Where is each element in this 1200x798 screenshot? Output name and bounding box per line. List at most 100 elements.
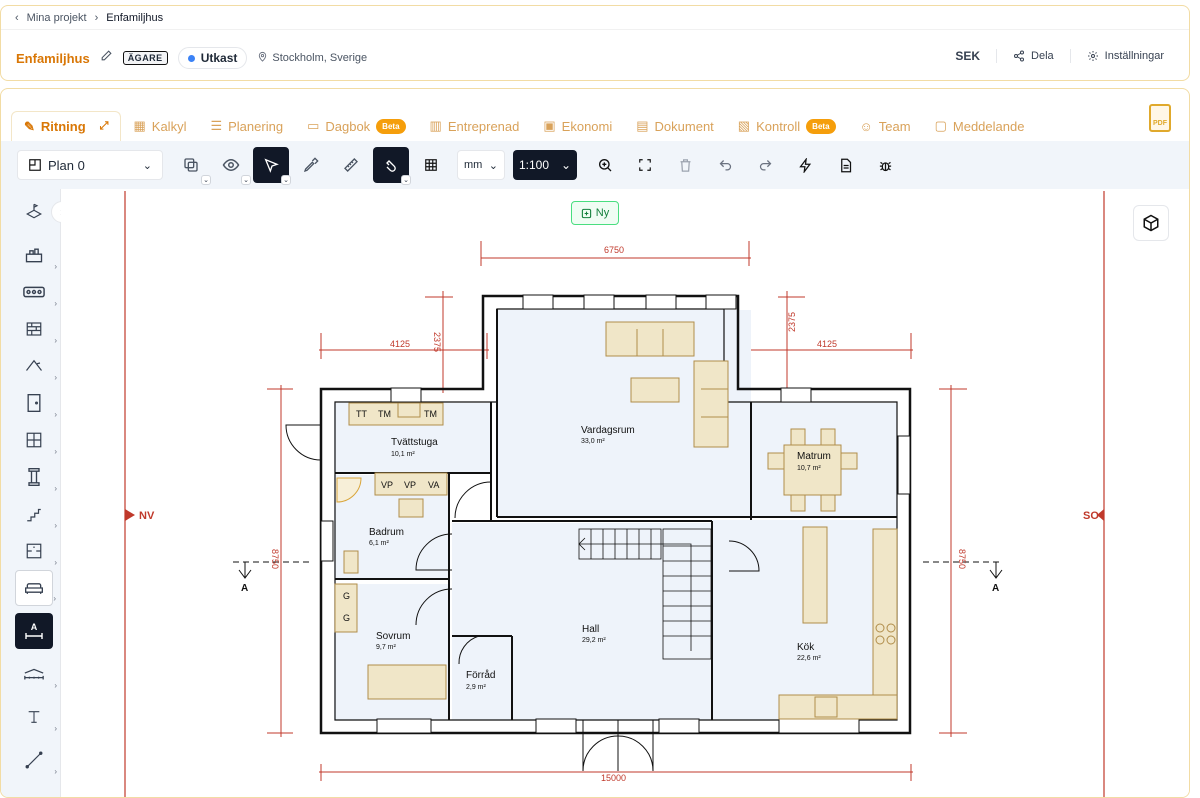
- chevron-left-icon[interactable]: ‹: [15, 12, 19, 24]
- tab-ritning[interactable]: ✎ Ritning ⤢: [11, 111, 122, 141]
- room-area: 22,6 m²: [797, 655, 821, 662]
- chevron-down-icon: ⌄: [488, 159, 498, 172]
- door-tool-icon[interactable]: ›: [15, 385, 57, 421]
- foundation-tool-icon[interactable]: ›: [15, 237, 57, 273]
- undo-button[interactable]: [707, 147, 743, 183]
- room-tool-icon[interactable]: ›: [15, 533, 57, 569]
- floor-plan[interactable]: NV SO A A 6750 4125 4125 2375 2375 8750 …: [61, 189, 1190, 798]
- beam-tool-icon[interactable]: ›: [15, 274, 57, 310]
- eyedropper-button[interactable]: [293, 147, 329, 183]
- plan-select[interactable]: Plan 0 ⌄: [17, 150, 163, 180]
- dim-right: 4125: [817, 339, 837, 349]
- drawing-toolbar: Plan 0 ⌄ ⌄ ⌄ ⌄ ⌄ mm ⌄ 1:100 ⌄: [1, 141, 1189, 189]
- tab-entreprenad[interactable]: ▥ Entreprenad: [418, 111, 532, 141]
- status-badge[interactable]: Utkast: [177, 47, 248, 69]
- floor-plan-icon: [29, 159, 41, 171]
- chevron-down-icon[interactable]: ⌄: [401, 175, 411, 185]
- tab-kontroll[interactable]: ▧ Kontroll Beta: [726, 111, 848, 141]
- appliance-g-2: G: [343, 613, 350, 623]
- unit-select[interactable]: mm ⌄: [457, 150, 505, 180]
- tab-label: Ritning: [40, 119, 86, 134]
- automate-button[interactable]: [787, 147, 823, 183]
- role-badge: ÄGARE: [122, 51, 168, 65]
- appliance-vp: VP: [381, 480, 393, 490]
- tab-label: Ekonomi: [561, 118, 613, 134]
- report-button[interactable]: [827, 147, 863, 183]
- eyedropper-icon: [303, 157, 319, 173]
- chevron-down-icon[interactable]: ⌄: [241, 175, 251, 185]
- section-label: A: [30, 621, 38, 632]
- breadcrumb: ‹ Mina projekt › Enfamiljhus: [15, 12, 163, 24]
- tab-team[interactable]: ☺ Team: [848, 111, 923, 141]
- select-tool-button[interactable]: ⌄: [253, 147, 291, 185]
- room-area: 10,1 m²: [391, 451, 415, 458]
- dim-right-vertical: 2375: [787, 312, 797, 332]
- scale-select[interactable]: 1:100 ⌄: [513, 150, 577, 180]
- tool-sidebar: › › › › › › › › › › ›: [1, 189, 73, 797]
- window-tool-icon[interactable]: ›: [15, 422, 57, 458]
- appliance-g: G: [343, 591, 350, 601]
- redo-button[interactable]: [747, 147, 783, 183]
- undo-icon: [719, 159, 731, 170]
- breadcrumb-back[interactable]: Mina projekt: [27, 12, 87, 24]
- tab-dagbok[interactable]: ▭ Dagbok Beta: [295, 111, 417, 141]
- message-icon: ▢: [934, 118, 947, 133]
- furniture-tool-icon[interactable]: ›: [15, 570, 56, 606]
- column-tool-icon[interactable]: ›: [15, 459, 57, 495]
- location-pin-icon: [257, 51, 268, 65]
- zoom-in-button[interactable]: [587, 147, 623, 183]
- appliance-tm-2: TM: [424, 409, 437, 419]
- chevron-down-icon[interactable]: ⌄: [201, 175, 211, 185]
- snap-button[interactable]: ⌄: [373, 147, 411, 185]
- tab-meddelande[interactable]: ▢ Meddelande: [923, 111, 1037, 141]
- dimension-tool-icon[interactable]: ›: [15, 656, 57, 692]
- dim-bottom: 15000: [601, 773, 626, 783]
- calculator-icon: ▦: [133, 118, 146, 133]
- status-label: Utkast: [200, 51, 238, 65]
- section-tool-icon[interactable]: A: [15, 613, 53, 649]
- copy-layers-icon: [184, 158, 198, 172]
- stairs-tool-icon[interactable]: ›: [15, 496, 57, 532]
- drawing-canvas[interactable]: Ny NV SO A A 6750 4125 4125 2375 2375 87…: [61, 189, 1190, 798]
- room-name: Sovrum: [376, 631, 410, 642]
- visibility-button[interactable]: ⌄: [213, 147, 251, 185]
- tab-label: Planering: [228, 118, 284, 134]
- gear-icon: [1087, 51, 1098, 61]
- tab-label: Kontroll: [756, 118, 801, 134]
- zoom-in-icon: [599, 159, 612, 172]
- tab-dokument[interactable]: ▤ Dokument: [624, 111, 726, 141]
- share-button[interactable]: Dela: [1013, 50, 1054, 62]
- brick-wall-tool-icon[interactable]: ›: [15, 311, 57, 347]
- expand-icon[interactable]: ⤢: [100, 120, 109, 133]
- nv-marker-icon: [125, 509, 135, 521]
- room-area: 33,0 m²: [581, 438, 605, 445]
- roof-tool-icon[interactable]: ›: [15, 348, 57, 384]
- chevron-down-icon[interactable]: ⌄: [281, 175, 291, 185]
- site-tool-icon[interactable]: [15, 193, 53, 229]
- line-tool-icon[interactable]: ›: [15, 742, 57, 778]
- tab-kalkyl[interactable]: ▦ Kalkyl: [121, 111, 198, 141]
- pdf-export-icon[interactable]: PDF: [1149, 104, 1171, 132]
- workspace: ✎ Ritning ⤢ ▦ Kalkyl ☰ Planering ▭ Dagbok Be…: [0, 88, 1190, 798]
- layers-button[interactable]: ⌄: [173, 147, 211, 185]
- debug-button[interactable]: [867, 147, 903, 183]
- room-name: Kök: [797, 642, 815, 653]
- status-dot-icon: [187, 54, 195, 62]
- text-tool-icon[interactable]: ›: [15, 699, 57, 735]
- dim-top: 6750: [604, 245, 624, 255]
- grid-icon: [425, 159, 437, 171]
- tab-planering[interactable]: ☰ Planering: [198, 111, 295, 141]
- settings-button[interactable]: Inställningar: [1087, 50, 1164, 62]
- tab-label: Dokument: [654, 118, 714, 134]
- grid-button[interactable]: [413, 147, 449, 183]
- location-label: Stockholm, Sverige: [272, 52, 368, 64]
- measure-button[interactable]: [333, 147, 369, 183]
- fit-view-button[interactable]: [627, 147, 663, 183]
- delete-button[interactable]: [667, 147, 703, 183]
- tab-ekonomi[interactable]: ▣ Ekonomi: [531, 111, 624, 141]
- location: Stockholm, Sverige: [257, 51, 367, 65]
- pencil-icon[interactable]: [100, 49, 113, 67]
- currency-button[interactable]: SEK: [955, 49, 980, 63]
- settings-label: Inställningar: [1104, 50, 1164, 62]
- project-header: ‹ Mina projekt › Enfamiljhus Enfamiljhus…: [0, 5, 1190, 81]
